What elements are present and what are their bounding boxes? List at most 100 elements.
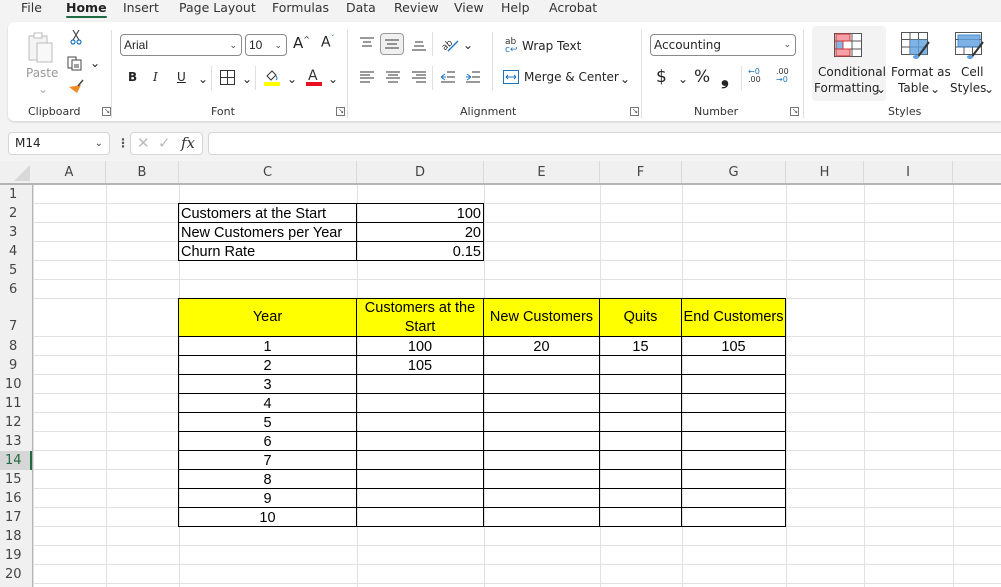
decrease-indent-icon[interactable]: [440, 69, 456, 85]
table-cell[interactable]: [681, 450, 786, 470]
table-header-cell[interactable]: Year: [178, 298, 357, 337]
table-cell[interactable]: [599, 507, 682, 527]
table-cell[interactable]: [483, 412, 600, 432]
orientation-icon[interactable]: ab: [439, 34, 461, 54]
italic-button[interactable]: I: [153, 70, 158, 84]
table-cell[interactable]: 105: [681, 336, 786, 356]
table-cell[interactable]: [599, 469, 682, 489]
increase-decimal-button[interactable]: ←0.00: [748, 68, 761, 84]
table-cell[interactable]: [483, 374, 600, 394]
borders-icon[interactable]: [219, 69, 235, 85]
cancel-icon[interactable]: ✕: [137, 134, 150, 152]
table-cell[interactable]: [483, 393, 600, 413]
row-header-9[interactable]: 9: [0, 356, 32, 375]
tab-insert[interactable]: Insert: [123, 0, 159, 20]
column-header-c[interactable]: C: [179, 161, 357, 183]
input-label-cell[interactable]: New Customers per Year: [178, 222, 357, 242]
spreadsheet-grid[interactable]: A B C D E F G H I 1 2 3 4 5 6 7 8 9 10 11 12 13 14 15 1…: [0, 161, 1001, 587]
alignment-launcher-icon[interactable]: ↘: [630, 107, 639, 116]
align-left-icon[interactable]: [359, 69, 375, 85]
table-cell[interactable]: [483, 488, 600, 508]
align-right-icon[interactable]: [411, 69, 427, 85]
fill-color-icon[interactable]: [263, 67, 281, 87]
increase-font-size-icon[interactable]: A^: [293, 34, 310, 52]
cut-icon[interactable]: [68, 28, 84, 46]
currency-button[interactable]: $: [656, 67, 667, 87]
input-label-cell[interactable]: Customers at the Start: [178, 203, 357, 223]
wrap-text-button[interactable]: Wrap Text: [522, 39, 581, 53]
borders-dropdown-icon[interactable]: ⌄: [242, 72, 252, 86]
table-header-cell[interactable]: Quits: [599, 298, 682, 337]
merge-center-dropdown-icon[interactable]: ⌄: [620, 72, 630, 86]
column-header-e[interactable]: E: [484, 161, 600, 183]
fill-color-dropdown-icon[interactable]: ⌄: [287, 72, 297, 86]
align-center-icon[interactable]: [385, 69, 401, 85]
row-header-17[interactable]: 17: [0, 508, 32, 527]
table-cell[interactable]: 100: [356, 336, 484, 356]
format-as-table-label-1[interactable]: Format as: [891, 65, 951, 79]
currency-dropdown-icon[interactable]: ⌄: [678, 72, 688, 86]
table-cell[interactable]: 2: [178, 355, 357, 375]
format-as-table-dropdown-icon[interactable]: ⌄: [930, 82, 940, 96]
orientation-dropdown-icon[interactable]: ⌄: [463, 38, 473, 52]
font-color-icon[interactable]: A: [305, 67, 323, 87]
row-header-18[interactable]: 18: [0, 527, 32, 546]
cell-styles-icon[interactable]: [955, 32, 985, 60]
row-header-20[interactable]: 20: [0, 565, 32, 584]
increase-indent-icon[interactable]: [465, 69, 481, 85]
table-cell[interactable]: 5: [178, 412, 357, 432]
row-header-5[interactable]: 5: [0, 261, 32, 280]
font-launcher-icon[interactable]: ↘: [336, 107, 345, 116]
clipboard-launcher-icon[interactable]: ↘: [102, 107, 111, 116]
format-as-table-label-2[interactable]: Table: [898, 81, 929, 95]
table-cell[interactable]: [599, 374, 682, 394]
table-cell[interactable]: [599, 488, 682, 508]
table-cell[interactable]: [599, 431, 682, 451]
table-cell[interactable]: 10: [178, 507, 357, 527]
row-header-10[interactable]: 10: [0, 375, 32, 394]
copy-icon[interactable]: [66, 54, 84, 72]
table-cell[interactable]: [599, 355, 682, 375]
input-value-cell[interactable]: 0.15: [356, 241, 484, 261]
table-cell[interactable]: [681, 507, 786, 527]
enter-icon[interactable]: ✓: [158, 134, 171, 152]
table-cell[interactable]: [681, 431, 786, 451]
column-header-b[interactable]: B: [106, 161, 179, 183]
row-header-8[interactable]: 8: [0, 337, 32, 356]
table-cell[interactable]: [356, 412, 484, 432]
input-value-cell[interactable]: 100: [356, 203, 484, 223]
tab-formulas[interactable]: Formulas: [272, 0, 329, 20]
table-cell[interactable]: [483, 469, 600, 489]
table-cell[interactable]: 20: [483, 336, 600, 356]
table-cell[interactable]: [599, 412, 682, 432]
table-cell[interactable]: 7: [178, 450, 357, 470]
row-header-7[interactable]: 7: [0, 299, 32, 337]
tab-home[interactable]: Home: [66, 0, 107, 20]
table-cell[interactable]: [356, 393, 484, 413]
table-cell[interactable]: 8: [178, 469, 357, 489]
table-header-cell[interactable]: End Customers: [681, 298, 786, 337]
table-cell[interactable]: [356, 507, 484, 527]
top-align-icon[interactable]: [359, 35, 375, 51]
input-value-cell[interactable]: 20: [356, 222, 484, 242]
column-header-h[interactable]: H: [786, 161, 864, 183]
font-size-select[interactable]: 10 ⌄: [245, 34, 287, 56]
table-cell[interactable]: [483, 450, 600, 470]
formula-input[interactable]: [208, 132, 1001, 155]
paste-button[interactable]: Paste: [26, 66, 58, 80]
paste-icon[interactable]: [26, 30, 56, 66]
tab-review[interactable]: Review: [394, 0, 439, 20]
table-cell[interactable]: [681, 412, 786, 432]
table-header-cell[interactable]: New Customers: [483, 298, 600, 337]
row-header-12[interactable]: 12: [0, 413, 32, 432]
tab-data[interactable]: Data: [346, 0, 376, 20]
input-label-cell[interactable]: Churn Rate: [178, 241, 357, 261]
table-cell[interactable]: [483, 431, 600, 451]
tab-acrobat[interactable]: Acrobat: [549, 0, 597, 20]
column-header-a[interactable]: A: [33, 161, 106, 183]
cell-styles-label-1[interactable]: Cell: [961, 65, 983, 79]
table-cell[interactable]: 3: [178, 374, 357, 394]
tab-help[interactable]: Help: [501, 0, 530, 20]
underline-button[interactable]: U: [177, 70, 186, 84]
table-cell[interactable]: [599, 450, 682, 470]
